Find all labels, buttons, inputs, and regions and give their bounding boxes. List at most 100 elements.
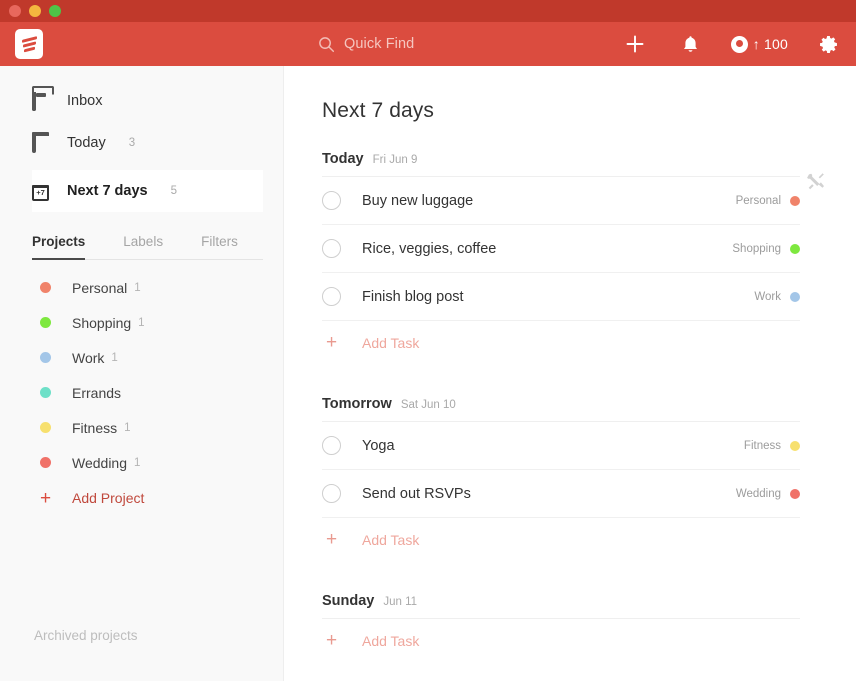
sidebar-tabs: Projects Labels Filters: [32, 226, 263, 260]
sidebar: Inbox Today 3 +7 Next 7 days: [0, 66, 284, 681]
project-label: Fitness: [72, 420, 117, 436]
project-color-dot: [40, 457, 51, 468]
home-logo-button[interactable]: [0, 29, 58, 59]
search-input[interactable]: Quick Find: [318, 22, 414, 66]
karma-button[interactable]: ↑ 100: [719, 22, 800, 66]
task-project-label: Work: [754, 291, 781, 303]
plus-icon: [625, 34, 645, 54]
settings-button[interactable]: [800, 22, 856, 66]
task-row[interactable]: Buy new luggage Personal: [322, 177, 800, 225]
task-project-dot: [790, 489, 800, 499]
project-color-dot: [40, 387, 51, 398]
section-tomorrow: Tomorrow Sat Jun 10 Yoga Fitness Send ou…: [322, 396, 800, 561]
todoist-app-window: Quick Find ↑ 100: [0, 0, 856, 681]
section-today: Today Fri Jun 9 Buy new luggage Personal…: [322, 151, 800, 364]
sidebar-item-inbox[interactable]: Inbox: [32, 80, 263, 122]
project-count: 1: [134, 457, 140, 469]
project-item-personal[interactable]: Personal 1: [0, 270, 283, 305]
project-label: Wedding: [72, 455, 127, 471]
section-header: Sunday Jun 11: [322, 593, 800, 619]
tab-filters[interactable]: Filters: [201, 226, 238, 260]
add-task-label: Add Task: [362, 633, 419, 649]
section-date: Sat Jun 10: [401, 399, 456, 411]
add-project-label: Add Project: [72, 490, 144, 506]
todoist-logo: [15, 29, 43, 59]
tools-icon[interactable]: [806, 171, 826, 191]
task-title: Send out RSVPs: [362, 486, 471, 502]
notifications-button[interactable]: [663, 22, 719, 66]
task-project-label: Shopping: [732, 243, 781, 255]
karma-ring-icon: [731, 36, 748, 53]
task-project-dot: [790, 292, 800, 302]
project-count: 1: [124, 422, 130, 434]
page-title: Next 7 days: [322, 66, 800, 123]
app-header: Quick Find ↑ 100: [0, 22, 856, 66]
section-header: Tomorrow Sat Jun 10: [322, 396, 800, 422]
add-project-button[interactable]: + Add Project: [0, 480, 283, 516]
add-task-label: Add Task: [362, 335, 419, 351]
main-content: Next 7 days Today Fri Jun 9 Buy new lugg…: [284, 66, 856, 681]
task-title: Yoga: [362, 438, 395, 454]
task-row[interactable]: Finish blog post Work: [322, 273, 800, 321]
project-count: 1: [111, 352, 117, 364]
task-checkbox[interactable]: [322, 239, 341, 258]
project-item-errands[interactable]: Errands: [0, 375, 283, 410]
header-actions: ↑ 100: [607, 22, 856, 66]
app-body: Inbox Today 3 +7 Next 7 days: [0, 66, 856, 681]
task-meta: Personal: [736, 195, 800, 207]
section-name: Sunday: [322, 593, 374, 609]
sidebar-item-next-7-days[interactable]: +7 Next 7 days 5: [32, 170, 263, 212]
add-task-button[interactable]: + Add Task: [322, 518, 800, 561]
task-meta: Shopping: [732, 243, 800, 255]
task-project-label: Personal: [736, 195, 781, 207]
add-task-button[interactable]: + Add Task: [322, 619, 800, 662]
section-date: Fri Jun 9: [373, 154, 418, 166]
task-checkbox[interactable]: [322, 484, 341, 503]
add-task-button[interactable]: [607, 22, 663, 66]
project-color-dot: [40, 422, 51, 433]
task-checkbox[interactable]: [322, 191, 341, 210]
task-project-dot: [790, 244, 800, 254]
window-close-button[interactable]: [9, 5, 21, 17]
logo-stripe: [24, 47, 35, 53]
section-name: Tomorrow: [322, 396, 392, 412]
task-meta: Wedding: [736, 488, 800, 500]
sidebar-item-label: Next 7 days: [67, 183, 148, 199]
project-label: Errands: [72, 385, 121, 401]
window-minimize-button[interactable]: [29, 5, 41, 17]
task-checkbox[interactable]: [322, 436, 341, 455]
task-row[interactable]: Yoga Fitness: [322, 422, 800, 470]
task-project-label: Fitness: [744, 440, 781, 452]
section-name: Today: [322, 151, 364, 167]
window-maximize-button[interactable]: [49, 5, 61, 17]
sidebar-item-count: 5: [171, 185, 177, 197]
project-color-dot: [40, 317, 51, 328]
project-item-work[interactable]: Work 1: [0, 340, 283, 375]
window-titlebar: [0, 0, 856, 22]
project-item-shopping[interactable]: Shopping 1: [0, 305, 283, 340]
bell-icon: [682, 35, 699, 54]
project-label: Shopping: [72, 315, 131, 331]
project-item-fitness[interactable]: Fitness 1: [0, 410, 283, 445]
task-title: Rice, veggies, coffee: [362, 241, 496, 257]
sidebar-item-today[interactable]: Today 3: [32, 122, 263, 164]
project-color-dot: [40, 282, 51, 293]
calendar-7-icon: +7: [32, 182, 51, 201]
tab-projects[interactable]: Projects: [32, 226, 85, 260]
archived-projects-link[interactable]: Archived projects: [34, 628, 138, 643]
section-header: Today Fri Jun 9: [322, 151, 800, 177]
add-task-button[interactable]: + Add Task: [322, 321, 800, 364]
task-meta: Work: [754, 291, 800, 303]
task-checkbox[interactable]: [322, 287, 341, 306]
add-task-label: Add Task: [362, 532, 419, 548]
task-title: Buy new luggage: [362, 193, 473, 209]
project-item-wedding[interactable]: Wedding 1: [0, 445, 283, 480]
task-row[interactable]: Send out RSVPs Wedding: [322, 470, 800, 518]
task-project-dot: [790, 196, 800, 206]
project-count: 1: [138, 317, 144, 329]
karma-score: ↑ 100: [753, 36, 788, 52]
task-row[interactable]: Rice, veggies, coffee Shopping: [322, 225, 800, 273]
tab-labels[interactable]: Labels: [123, 226, 163, 260]
plus-icon: +: [40, 489, 51, 508]
calendar-icon: [32, 134, 51, 153]
